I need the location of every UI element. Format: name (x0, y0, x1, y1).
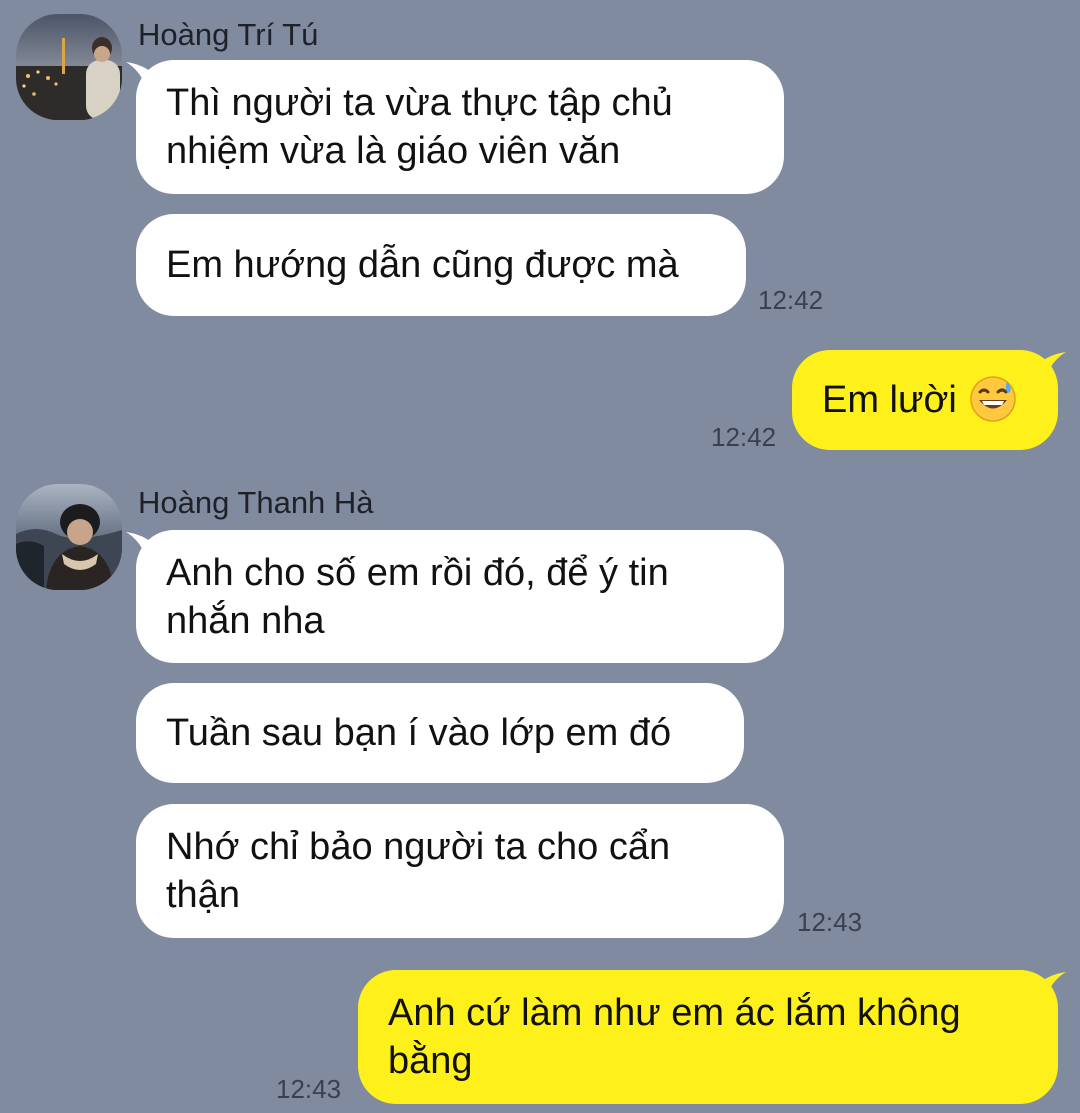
message-bubble[interactable]: Anh cho số em rồi đó, để ý tin nhắn nha (136, 530, 784, 663)
message-timestamp: 12:43 (797, 907, 863, 937)
message-text: Em lười (822, 376, 1017, 424)
profile-photo (16, 484, 122, 590)
message-text: Tuần sau bạn í vào lớp em đó (166, 712, 672, 754)
bubble-tail (1030, 972, 1066, 1000)
message-bubble[interactable]: Em hướng dẫn cũng được mà (136, 214, 746, 316)
message-bubble[interactable]: Tuần sau bạn í vào lớp em đó (136, 683, 744, 783)
message-text: Anh cho số em rồi đó, để ý tin nhắn nha (166, 551, 669, 642)
bubble-tail (1030, 352, 1066, 380)
message-text: Thì người ta vừa thực tập chủ nhiệm vừa … (166, 82, 673, 172)
message-bubble[interactable]: Thì người ta vừa thực tập chủ nhiệm vừa … (136, 60, 784, 194)
avatar-hoang-tri-tu[interactable] (16, 14, 122, 120)
message-timestamp: 12:42 (711, 422, 777, 452)
message-timestamp: 12:42 (758, 285, 824, 315)
avatar-hoang-thanh-ha[interactable] (16, 484, 122, 590)
message-text: Nhớ chỉ bảo người ta cho cẩn thận (166, 826, 671, 916)
message-bubble[interactable]: Nhớ chỉ bảo người ta cho cẩn thận (136, 804, 784, 938)
sender-name: Hoàng Trí Tú (138, 17, 319, 52)
message-text: Em hướng dẫn cũng được mà (166, 244, 679, 286)
grinning-face-with-sweat-icon (970, 376, 1016, 422)
profile-photo (16, 14, 122, 120)
message-timestamp: 12:43 (276, 1074, 342, 1104)
message-bubble-outgoing[interactable]: Em lười (792, 350, 1058, 450)
sender-name: Hoàng Thanh Hà (138, 485, 374, 520)
message-bubble-outgoing[interactable]: Anh cứ làm như em ác lắm không bằng (358, 970, 1058, 1104)
message-text: Anh cứ làm như em ác lắm không bằng (388, 992, 961, 1082)
